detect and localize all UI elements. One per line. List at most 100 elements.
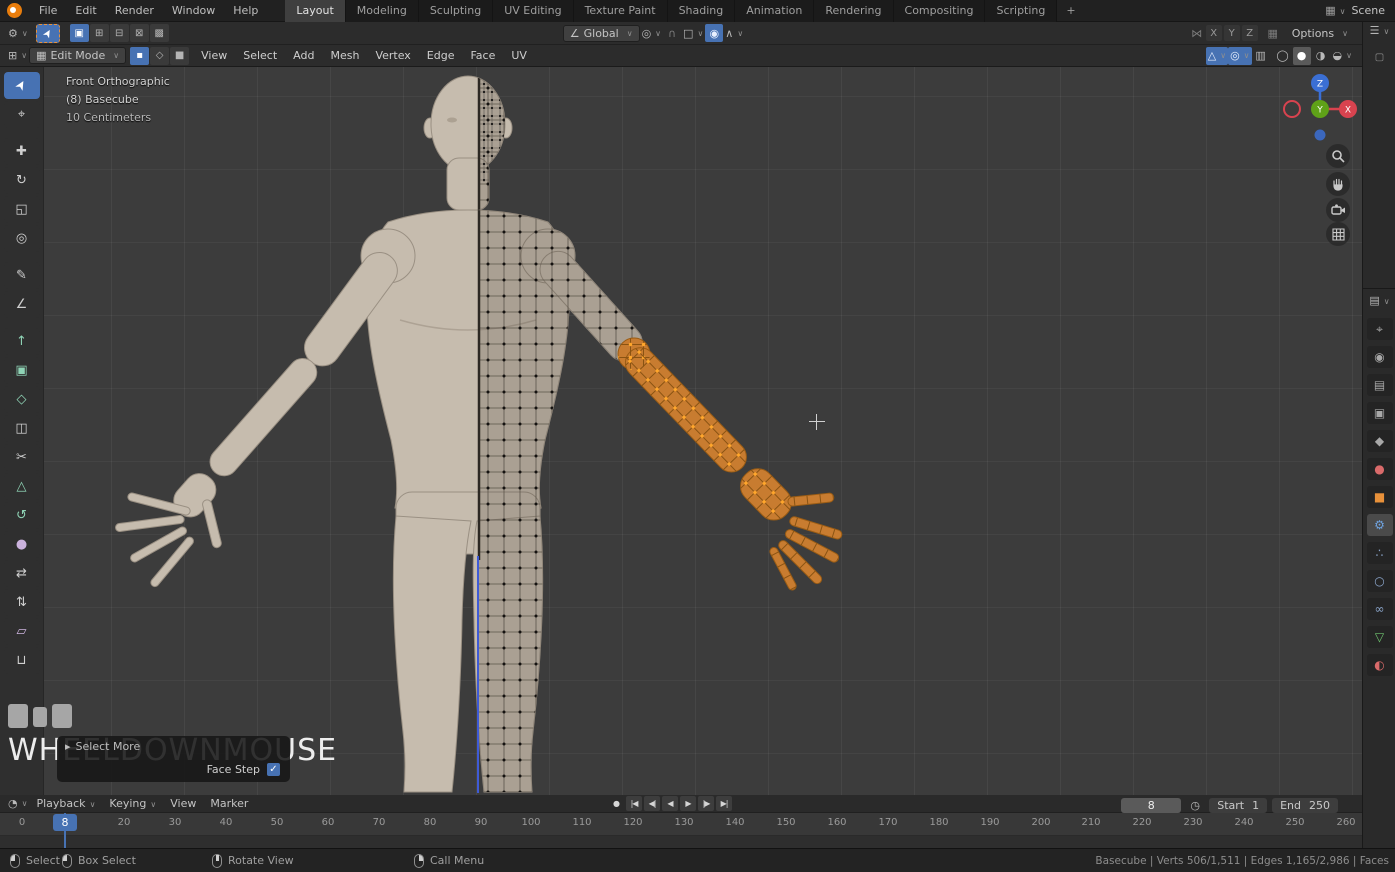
play-button[interactable]: ▶ [680, 796, 696, 811]
gizmo-minus-z-axis[interactable] [1314, 129, 1326, 141]
shading-solid-button[interactable]: ● [1292, 46, 1311, 65]
human-mesh-model[interactable] [44, 67, 1362, 795]
menu-add[interactable]: Add [285, 49, 322, 62]
orthographic-grid-icon[interactable] [1326, 222, 1350, 246]
menu-mesh[interactable]: Mesh [322, 49, 367, 62]
tab-layout[interactable]: Layout [285, 0, 346, 22]
tab-physics[interactable]: ○ [1366, 570, 1393, 592]
tab-tool[interactable]: ⌖ [1366, 318, 1393, 340]
scene-icon[interactable]: ▦ [1325, 4, 1345, 17]
tool-rotate[interactable]: ↻ [3, 167, 40, 194]
pan-hand-icon[interactable] [1326, 172, 1350, 196]
timeline-channels[interactable] [0, 836, 1362, 848]
snap-magnet-icon[interactable]: ∩ [663, 24, 681, 42]
select-mode-intersect[interactable]: ▩ [149, 24, 169, 42]
edge-select-button[interactable]: ◇ [150, 46, 170, 65]
tab-render[interactable]: ◉ [1366, 346, 1393, 368]
overlays-dropdown[interactable]: ◎ [1228, 46, 1252, 65]
tab-shading[interactable]: Shading [667, 0, 736, 22]
face-select-button[interactable]: ■ [170, 46, 190, 65]
operator-panel[interactable]: ▸ Select More Face Step ✓ [57, 736, 290, 782]
tool-rip-region[interactable]: ⊔ [3, 647, 40, 674]
selected-arm[interactable] [617, 337, 843, 591]
tool-move[interactable]: ✚ [3, 138, 40, 165]
tool-loop-cut[interactable]: ◫ [3, 415, 40, 442]
frame-end-field[interactable]: End 250 [1272, 797, 1338, 813]
tool-annotate[interactable]: ✎ [3, 262, 40, 289]
gizmo-minus-x-axis[interactable] [1283, 100, 1301, 118]
tab-modeling[interactable]: Modeling [345, 0, 419, 22]
tab-world[interactable]: ● [1366, 458, 1393, 480]
tab-material[interactable]: ◐ [1366, 654, 1393, 676]
face-step-checkbox[interactable]: ✓ [267, 763, 280, 776]
select-mode-subtract[interactable]: ⊟ [109, 24, 129, 42]
tab-object[interactable]: ■ [1366, 486, 1393, 508]
current-frame-field[interactable]: 8 [1121, 797, 1182, 813]
tab-compositing[interactable]: Compositing [893, 0, 986, 22]
proportional-falloff-dropdown[interactable]: ∧ [723, 24, 745, 42]
tab-scene[interactable]: ◆ [1366, 430, 1393, 452]
active-tool-button[interactable]: ➤ [35, 23, 60, 43]
xray-toggle[interactable]: ▥ [1252, 47, 1270, 65]
tool-edge-slide[interactable]: ⇄ [3, 560, 40, 587]
tool-shear[interactable]: ▱ [3, 618, 40, 645]
gizmo-x-axis[interactable]: X [1345, 106, 1351, 116]
mirror-z-button[interactable]: Z [1241, 25, 1258, 41]
menu-uv[interactable]: UV [503, 49, 535, 62]
tool-spin[interactable]: ↺ [3, 502, 40, 529]
play-reverse-button[interactable]: ◀ [662, 796, 678, 811]
tool-poly-build[interactable]: △ [3, 473, 40, 500]
menu-edit[interactable]: Edit [66, 0, 105, 22]
tab-output[interactable]: ▤ [1366, 374, 1393, 396]
tab-scripting[interactable]: Scripting [985, 0, 1058, 22]
select-mode-new[interactable]: ▣ [69, 24, 89, 42]
tab-rendering[interactable]: Rendering [814, 0, 894, 22]
menu-select[interactable]: Select [235, 49, 285, 62]
mirror-y-button[interactable]: Y [1223, 25, 1240, 41]
menu-face[interactable]: Face [462, 49, 503, 62]
vertex-select-button[interactable]: ▪ [130, 46, 150, 65]
select-mode-extend[interactable]: ⊞ [89, 24, 109, 42]
navigation-gizmo[interactable]: Z Y X [1276, 71, 1362, 162]
gizmos-dropdown[interactable]: △ [1205, 46, 1229, 65]
tool-cursor[interactable]: ⌖ [3, 101, 40, 128]
menu-keying[interactable]: Keying [102, 797, 163, 810]
playhead[interactable]: 8 [53, 814, 77, 831]
tool-bevel[interactable]: ◇ [3, 386, 40, 413]
tool-scale[interactable]: ◱ [3, 196, 40, 223]
tool-select-box[interactable]: ➤ [3, 72, 40, 99]
proportional-editing-toggle[interactable]: ◉ [705, 24, 724, 42]
next-keyframe-button[interactable]: |▶ [698, 796, 714, 811]
gizmo-z-axis[interactable]: Z [1317, 80, 1323, 90]
viewport-editor-type-icon[interactable]: ⊞ [6, 47, 29, 65]
tab-animation[interactable]: Animation [735, 0, 815, 22]
mirror-x-button[interactable]: X [1205, 25, 1222, 41]
timeline-editor-type-icon[interactable]: ◔ [6, 795, 29, 813]
tab-modifiers[interactable]: ⚙ [1366, 514, 1393, 536]
viewport-canvas[interactable]: Front Orthographic (8) Basecube 10 Centi… [44, 67, 1362, 795]
tab-view-layer[interactable]: ▣ [1366, 402, 1393, 424]
menu-file[interactable]: File [30, 0, 66, 22]
menu-playback[interactable]: Playback [29, 797, 102, 810]
frame-start-field[interactable]: Start 1 [1209, 797, 1268, 813]
zoom-tool-icon[interactable] [1326, 144, 1350, 168]
scene-selector[interactable]: Scene [1351, 4, 1385, 17]
timeline-ruler[interactable]: 0 20 30 40 50 60 70 80 90 100 110 120 13… [0, 813, 1362, 836]
tab-sculpting[interactable]: Sculpting [418, 0, 494, 22]
tool-inset-faces[interactable]: ▣ [3, 357, 40, 384]
tool-measure[interactable]: ∠ [3, 291, 40, 318]
record-button[interactable]: ● [608, 796, 624, 811]
camera-view-icon[interactable] [1326, 198, 1350, 222]
panel-expander-icon[interactable]: ▸ [65, 740, 71, 753]
pivot-point-dropdown[interactable]: ◎ [640, 24, 663, 42]
tab-particles[interactable]: ∴ [1366, 542, 1393, 564]
tool-settings-editor-icon[interactable]: ⚙ [6, 24, 30, 42]
tab-texture-paint[interactable]: Texture Paint [573, 0, 668, 22]
mode-dropdown[interactable]: ▦ Edit Mode [29, 47, 127, 64]
properties-editor-icon[interactable]: ▤ [1363, 294, 1395, 307]
outliner-object-icon[interactable]: ▢ [1363, 52, 1395, 63]
shading-material-button[interactable]: ◑ [1312, 47, 1330, 65]
tab-object-data[interactable]: ▽ [1366, 626, 1393, 648]
tab-constraints[interactable]: ∞ [1366, 598, 1393, 620]
prev-keyframe-button[interactable]: ◀| [644, 796, 660, 811]
